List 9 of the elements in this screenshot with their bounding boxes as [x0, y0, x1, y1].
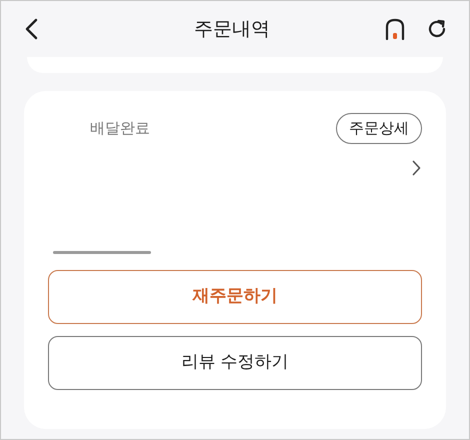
chevron-right-icon[interactable]	[412, 160, 421, 176]
reorder-button[interactable]: 재주문하기	[48, 270, 422, 324]
order-status: 배달완료	[90, 118, 150, 140]
page-title: 주문내역	[194, 16, 270, 42]
back-icon	[24, 18, 38, 40]
refresh-icon	[426, 18, 448, 40]
home-icon	[385, 18, 405, 40]
edit-review-button[interactable]: 리뷰 수정하기	[48, 336, 422, 390]
order-detail-button[interactable]: 주문상세	[336, 113, 422, 144]
